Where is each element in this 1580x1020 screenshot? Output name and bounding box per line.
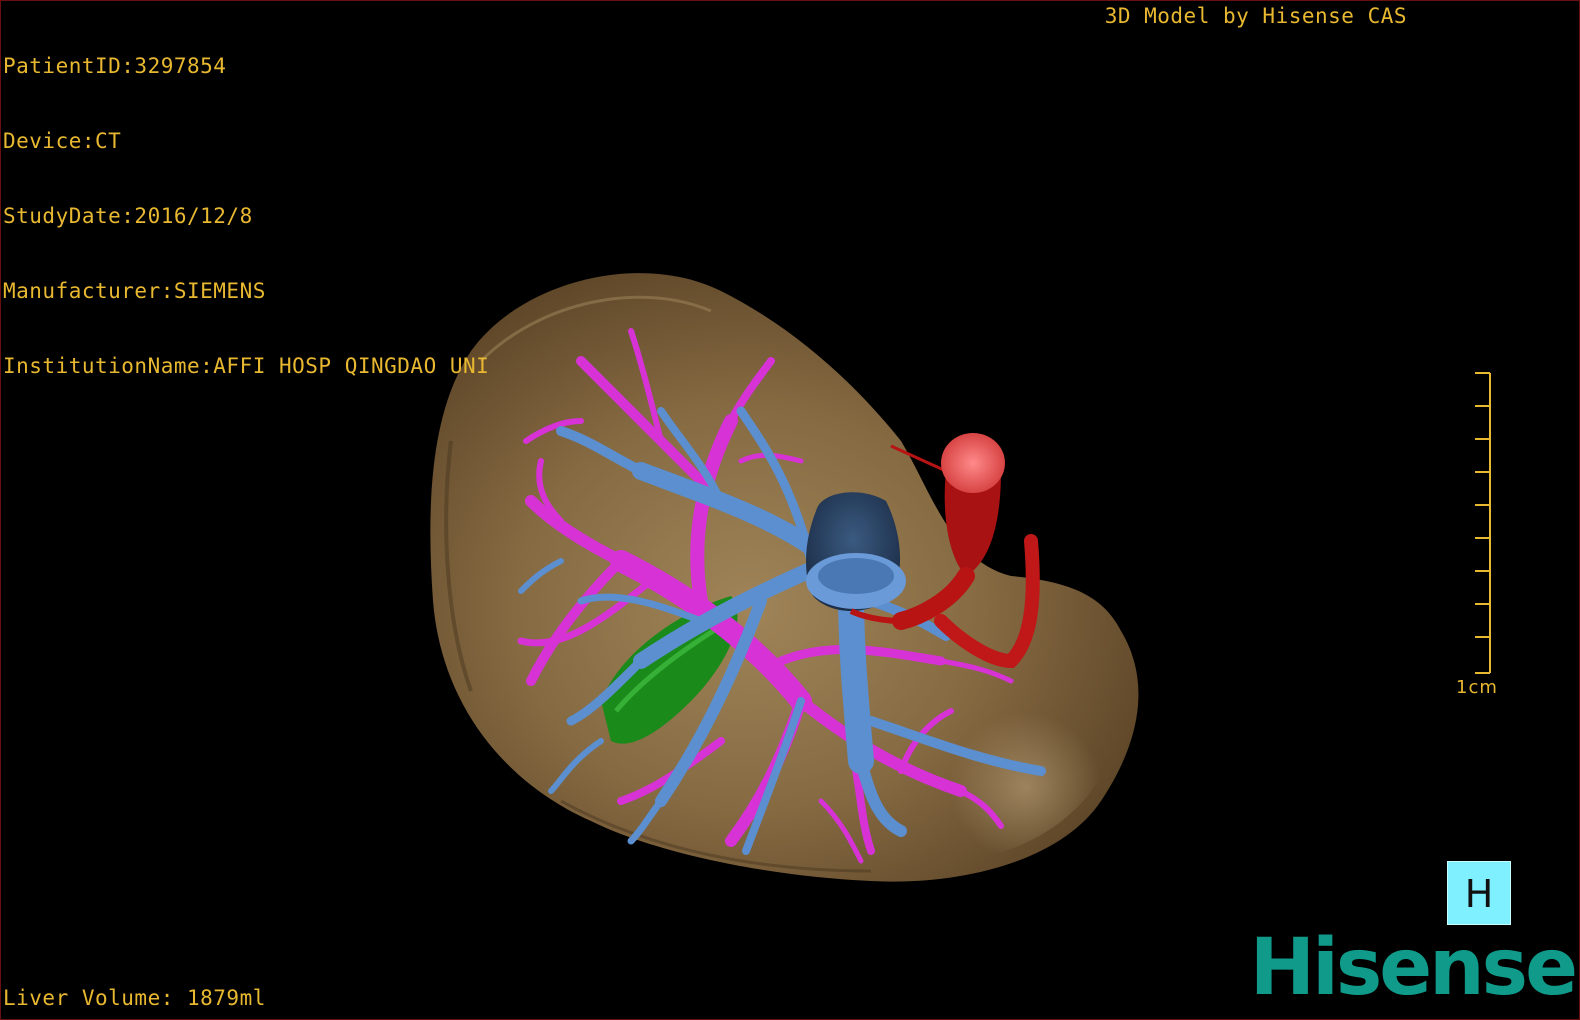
device-text: Device:CT [3,129,122,153]
patient-id-text: PatientID:3297854 [3,54,227,78]
scale-unit-label: 1cm [1456,677,1498,698]
anterior-view-button[interactable]: H [1447,861,1511,925]
study-date-text: StudyDate:2016/12/8 [3,204,253,228]
model-vendor-label: 3D Model by Hisense CAS [1104,4,1407,28]
hisense-logo: Hisense [1249,923,1578,1013]
scale-bar [1475,372,1491,674]
3d-viewer-viewport[interactable]: PatientID:3297854 Device:CT StudyDate:20… [0,0,1580,1020]
institution-name-text: InstitutionName:AFFI HOSP QINGDAO UNI [3,354,490,378]
liver-volume-readout: Liver Volume: 1879ml [3,986,266,1010]
dicom-info-overlay: PatientID:3297854 Device:CT StudyDate:20… [3,4,489,429]
manufacturer-text: Manufacturer:SIEMENS [3,279,266,303]
